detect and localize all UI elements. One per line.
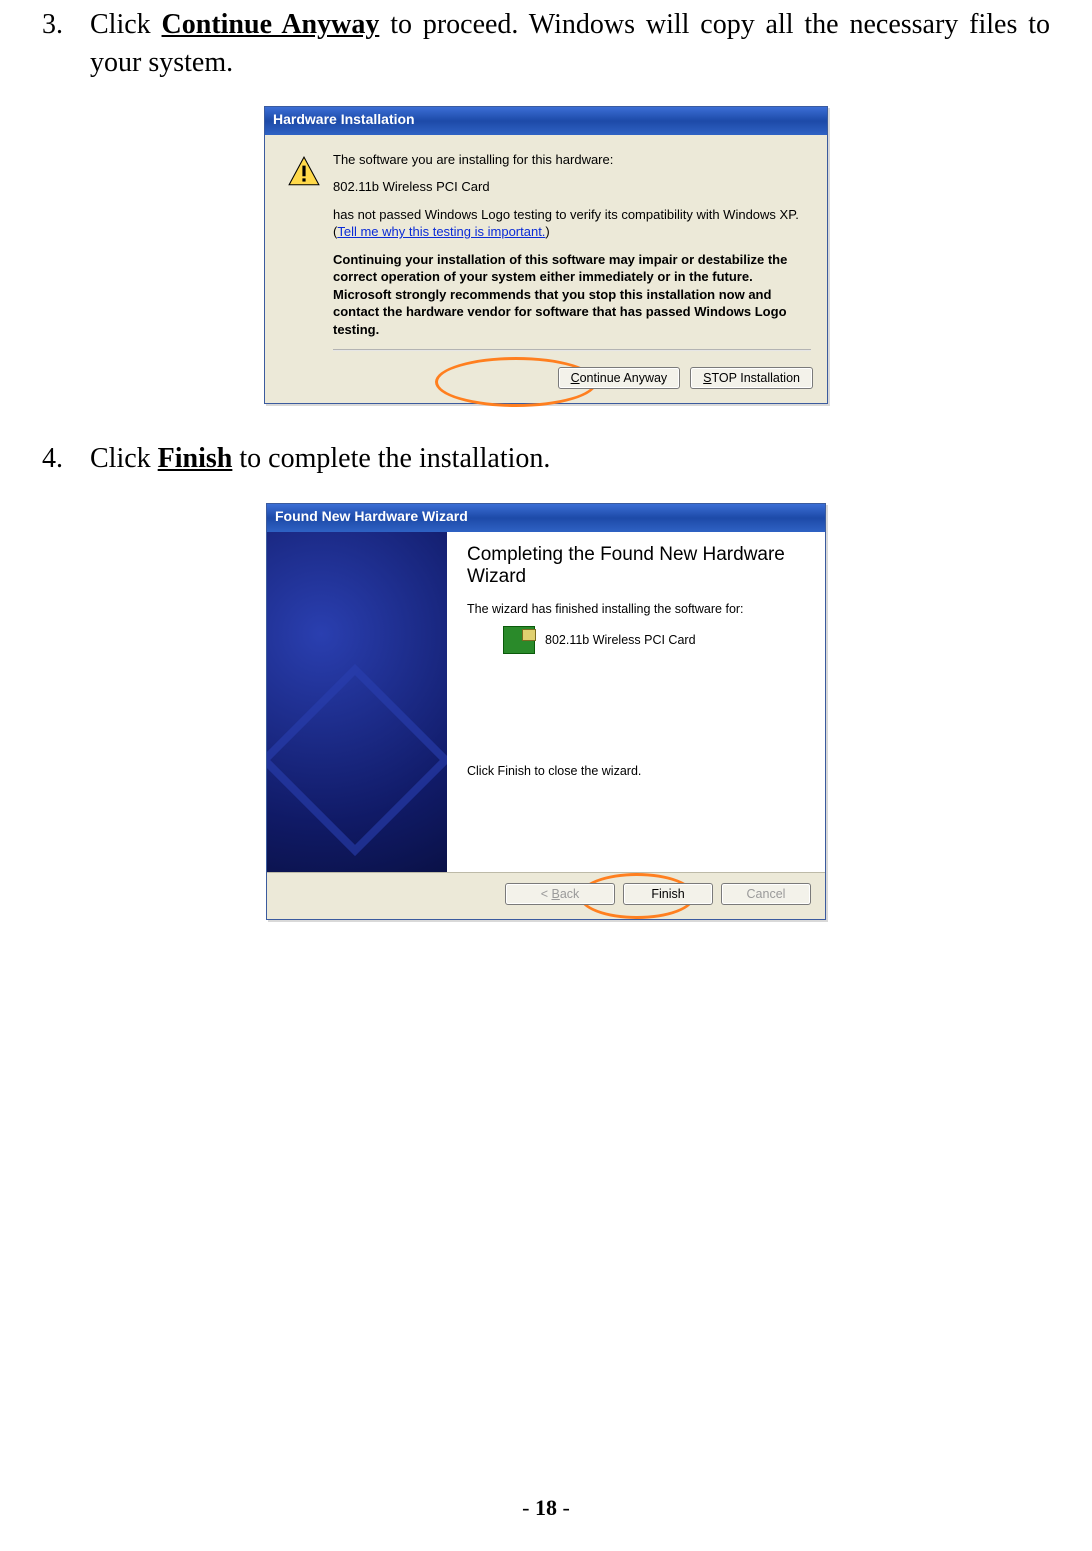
dialog-titlebar: Hardware Installation (265, 107, 827, 135)
stop-installation-button[interactable]: STOP Installation (690, 367, 813, 389)
step-3: 3. Click Continue Anyway to proceed. Win… (42, 6, 1050, 82)
step-4-text-after: to complete the installation. (232, 443, 550, 474)
found-new-hardware-dialog: Found New Hardware Wizard Completing the… (266, 503, 826, 920)
divider (333, 349, 811, 351)
finish-button[interactable]: Finish (623, 883, 713, 905)
step-3-number: 3. (42, 6, 90, 82)
step-3-action: Continue Anyway (162, 9, 380, 40)
logo-testing-link[interactable]: Tell me why this testing is important. (337, 224, 545, 239)
continue-anyway-button[interactable]: Continue Anyway (558, 367, 681, 389)
dlg1-device: 802.11b Wireless PCI Card (333, 178, 811, 196)
dlg2-line1: The wizard has finished installing the s… (467, 602, 805, 616)
dlg2-device: 802.11b Wireless PCI Card (545, 633, 696, 647)
wizard-side-graphic (267, 532, 447, 872)
warning-icon (287, 155, 321, 189)
step-4-text-before: Click (90, 443, 158, 474)
dlg1-compat: has not passed Windows Logo testing to v… (333, 206, 811, 241)
dlg2-line2: Click Finish to close the wizard. (467, 764, 805, 778)
page-number: - 18 - (0, 1495, 1092, 1521)
device-row: 802.11b Wireless PCI Card (503, 626, 805, 654)
step-4-action: Finish (158, 443, 233, 474)
step-4: 4. Click Finish to complete the installa… (42, 440, 1050, 478)
step-3-text-before: Click (90, 9, 162, 40)
step-4-number: 4. (42, 440, 90, 478)
dlg1-line1: The software you are installing for this… (333, 151, 811, 169)
back-button[interactable]: < Back (505, 883, 615, 905)
network-card-icon (503, 626, 535, 654)
cancel-button[interactable]: Cancel (721, 883, 811, 905)
dialog-titlebar: Found New Hardware Wizard (267, 504, 825, 532)
wizard-heading: Completing the Found New Hardware Wizard (467, 544, 805, 588)
hardware-installation-dialog: Hardware Installation The software you a… (264, 106, 828, 404)
dlg1-warning: Continuing your installation of this sof… (333, 251, 811, 339)
